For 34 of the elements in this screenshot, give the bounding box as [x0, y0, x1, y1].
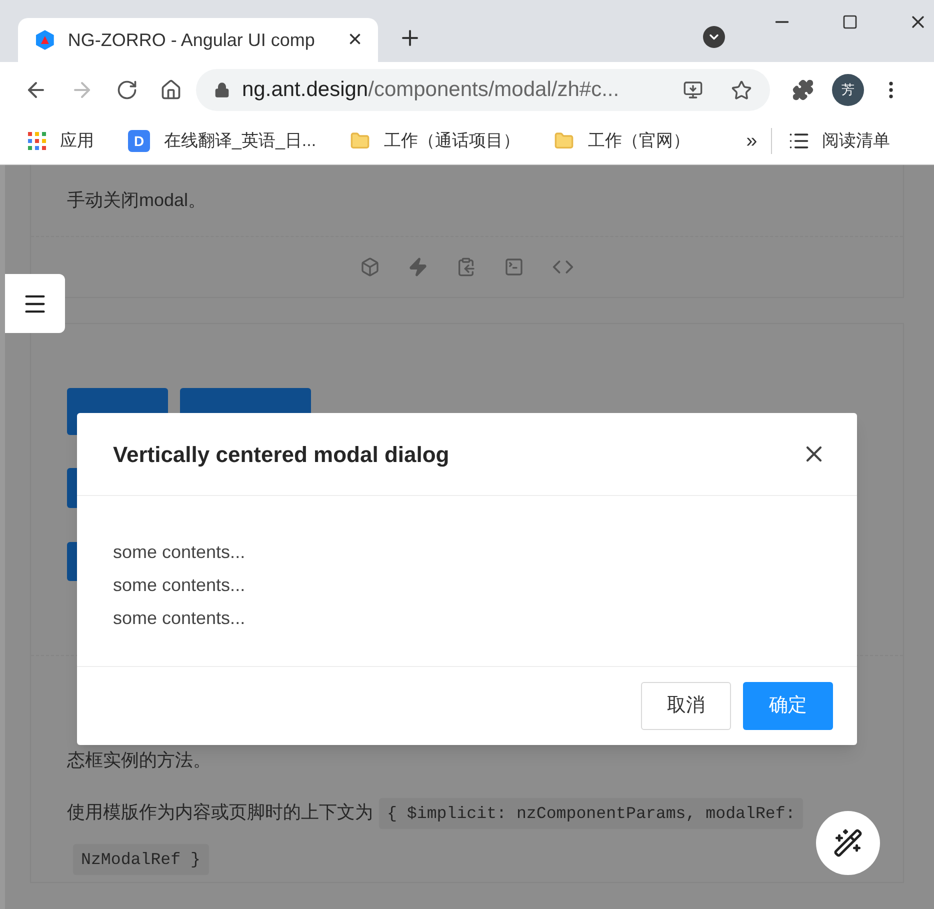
bookmark-link[interactable]: 工作（官网） — [588, 128, 690, 154]
cancel-button[interactable]: 取消 — [641, 682, 731, 730]
reading-list-link[interactable]: 阅读清单 — [822, 128, 890, 154]
description-paragraph: 态框实例的方法。 — [67, 749, 212, 772]
bookmark-star-icon[interactable] — [731, 80, 752, 100]
bookmark-link[interactable]: 应用 — [60, 128, 94, 154]
modal-body-text: some contents... — [113, 607, 246, 630]
bookmark-link[interactable]: 在线翻译_英语_日... — [164, 128, 316, 154]
tab-title: NG-ZORRO - Angular UI comp — [68, 28, 316, 52]
lock-icon — [214, 82, 230, 98]
address-bar[interactable]: ng.ant.design/components/modal/zh#c... — [196, 69, 770, 111]
apps-grid-icon — [28, 132, 46, 150]
home-icon[interactable] — [160, 79, 182, 101]
reload-icon[interactable] — [116, 79, 138, 101]
tab-close-button[interactable]: × — [348, 28, 362, 52]
bookmarks-overflow-button[interactable]: » — [746, 126, 758, 156]
bookmark-link[interactable]: 工作（通话项目） — [384, 128, 520, 154]
sidebar-toggle-button[interactable] — [5, 274, 65, 333]
profile-avatar[interactable]: 芳 — [832, 74, 864, 106]
site-badge-icon: D — [128, 130, 150, 152]
url-text: ng.ant.design/components/modal/zh#c... — [242, 77, 620, 104]
install-icon[interactable] — [683, 80, 703, 100]
maximize-icon[interactable] — [842, 14, 858, 30]
modal-title: Vertically centered modal dialog — [113, 440, 450, 469]
extensions-icon[interactable] — [792, 79, 814, 101]
site-logo-icon — [34, 29, 56, 51]
modal-body-text: some contents... — [113, 541, 246, 564]
modal-body-text: some contents... — [113, 574, 246, 597]
folder-icon — [554, 131, 574, 151]
browser-tab[interactable]: NG-ZORRO - Angular UI comp × — [18, 18, 378, 62]
tab-search-button[interactable] — [703, 26, 725, 48]
magic-wand-icon — [833, 828, 863, 858]
folder-icon — [350, 131, 370, 151]
demo-description: 手动关闭modal。 — [66, 189, 208, 212]
